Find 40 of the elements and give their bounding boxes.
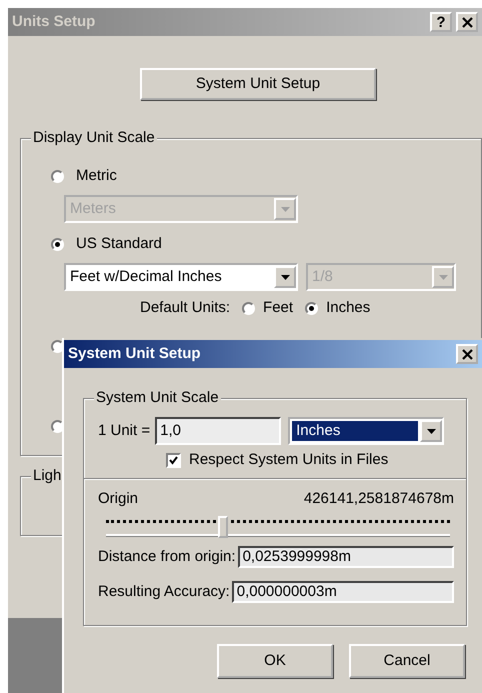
field-label: Default Units: bbox=[140, 298, 230, 318]
system-unit-setup-button[interactable]: System Unit Setup bbox=[140, 68, 376, 100]
close-icon bbox=[462, 348, 472, 360]
unit-input-field[interactable]: 1,0 bbox=[155, 417, 282, 445]
unit-dropdown[interactable]: Inches bbox=[288, 417, 444, 445]
radio-label: Metric bbox=[76, 166, 117, 186]
readout-field: 0,000000003m bbox=[232, 580, 454, 603]
field-label: Origin bbox=[98, 488, 138, 508]
group-title: Display Unit Scale bbox=[31, 129, 157, 147]
close-button[interactable] bbox=[456, 12, 478, 32]
group-title: System Unit Scale bbox=[94, 389, 221, 407]
field-label: Distance from origin: bbox=[98, 547, 236, 567]
dropdown[interactable]: Feet w/Decimal Inches bbox=[64, 263, 298, 291]
caret-icon bbox=[280, 274, 290, 280]
checkbox-label: Respect System Units in Files bbox=[189, 450, 388, 470]
radio-button[interactable] bbox=[51, 238, 64, 250]
selected-value: Inches bbox=[292, 421, 418, 441]
close-icon bbox=[462, 16, 472, 28]
radio-button[interactable] bbox=[305, 302, 318, 314]
caret-icon bbox=[280, 206, 290, 212]
field-label: 1 Unit = bbox=[98, 420, 150, 441]
caret-icon bbox=[426, 428, 436, 434]
radio-label: US Standard bbox=[76, 234, 162, 254]
readout-field: 0,0253999998m bbox=[238, 546, 454, 568]
radio-button[interactable] bbox=[51, 170, 64, 182]
group-title: Ligh bbox=[31, 467, 64, 485]
window-title: Units Setup bbox=[12, 12, 96, 32]
radio-label: Feet bbox=[263, 298, 294, 318]
dialog-title: System Unit Setup bbox=[68, 344, 201, 364]
close-button[interactable] bbox=[456, 344, 478, 364]
field-label: Resulting Accuracy: bbox=[98, 582, 230, 602]
slider-thumb[interactable] bbox=[218, 516, 228, 538]
origin-value: 426141,2581874678m bbox=[304, 488, 454, 508]
help-button[interactable]: ? bbox=[430, 12, 452, 32]
radio-label: Inches bbox=[326, 298, 370, 318]
caret-icon bbox=[438, 274, 448, 280]
dialog-button[interactable]: OK bbox=[217, 644, 333, 678]
radio-button[interactable] bbox=[242, 302, 256, 314]
dialog-button[interactable]: Cancel bbox=[349, 644, 465, 678]
checkbox[interactable] bbox=[166, 452, 181, 468]
